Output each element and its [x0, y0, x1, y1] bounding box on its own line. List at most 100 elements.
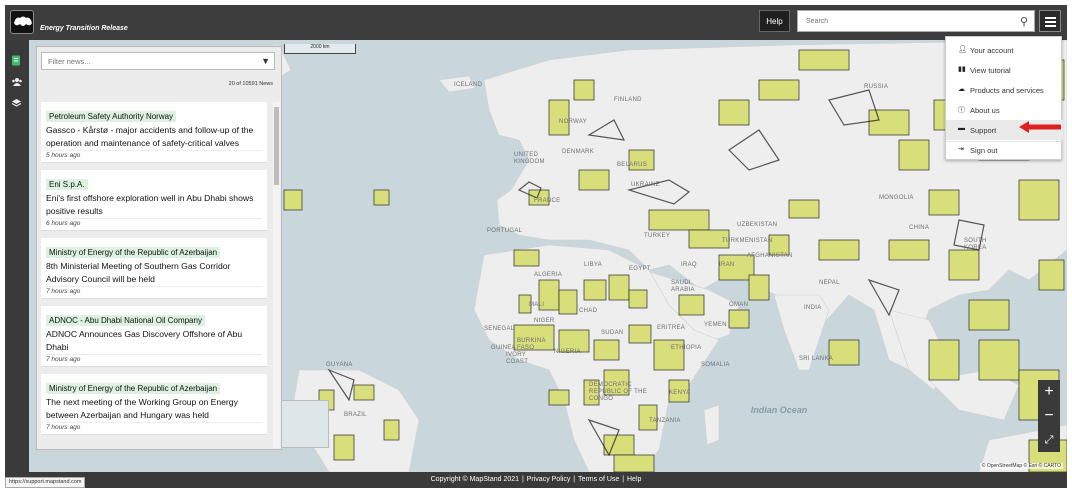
- zoom-out-button[interactable]: −: [1038, 404, 1060, 428]
- logo-icon: [14, 16, 32, 26]
- copyright-text: Copyright © MapStand 2021: [430, 476, 520, 483]
- map-label: TANZANIA: [649, 418, 681, 424]
- news-filter: ▼: [41, 52, 275, 70]
- news-source-tag[interactable]: Ministry of Energy of the Republic of Az…: [46, 247, 221, 258]
- map-label: FRANCE: [534, 198, 561, 204]
- comment-icon: ▬: [958, 125, 965, 132]
- map-label: GUINEA: [491, 345, 516, 351]
- map-label: IRAQ: [681, 262, 697, 268]
- map-label: UKRAINE: [631, 182, 660, 188]
- news-panel: ▼ 20 of 10591 News Petroleum Safety Auth…: [36, 46, 282, 450]
- news-timestamp: 6 hours ago: [46, 218, 262, 227]
- news-icon[interactable]: [11, 53, 23, 66]
- map-label: EGYPT: [629, 266, 651, 272]
- menu-item-label: About us: [970, 106, 1000, 115]
- zoom-controls: + − ⤢: [1038, 380, 1060, 452]
- map-label: PORTUGAL: [487, 228, 523, 234]
- layers-icon[interactable]: [11, 95, 23, 107]
- map-label: LIBYA: [584, 262, 603, 268]
- news-headline[interactable]: ADNOC Announces Gas Discovery Offshore o…: [46, 328, 262, 353]
- map-label: UNITED KINGDOM: [514, 152, 545, 165]
- scale-bar: 2000 km: [284, 44, 356, 54]
- news-timestamp: 5 hours ago: [46, 150, 262, 159]
- map-label: TURKMENISTAN: [722, 238, 773, 244]
- red-arrow-annotation: [1019, 121, 1061, 133]
- app-window: 2000 km ICELAND FINLAND NORWAY UNITED KI…: [5, 5, 1067, 488]
- news-item[interactable]: Petroleum Safety Authority Norway Gassco…: [41, 102, 267, 163]
- map-label: NIGER: [534, 318, 555, 324]
- map-label: SOUTH KOREA: [964, 238, 987, 251]
- ocean-label: Indian Ocean: [750, 405, 808, 415]
- news-item[interactable]: Eni S.p.A. Eni's first offshore explorat…: [41, 170, 267, 231]
- menu-item-label: Sign out: [970, 146, 998, 155]
- news-scrollbar[interactable]: [273, 102, 280, 448]
- news-item[interactable]: Ministry of Energy of the Republic of Az…: [41, 374, 267, 435]
- map-label: DENMARK: [562, 149, 595, 155]
- footer: Copyright © MapStand 2021 | Privacy Poli…: [5, 472, 1067, 488]
- filter-icon[interactable]: ▼: [261, 56, 270, 66]
- app-title: Energy Transition Release: [40, 25, 128, 32]
- map-label: INDIA: [804, 305, 822, 311]
- map-label: NORWAY: [559, 119, 588, 125]
- user-dropdown-menu: 👤︎ Your account ▮▮ View tutorial ☁ Produ…: [945, 36, 1063, 160]
- news-source-tag[interactable]: ADNOC - Abu Dhabi National Oil Company: [46, 315, 205, 326]
- news-source-tag[interactable]: Ministry of Energy of the Republic of Az…: [46, 383, 221, 394]
- map-label: BRAZIL: [344, 412, 367, 418]
- hamburger-menu-button[interactable]: [1039, 10, 1061, 32]
- fullscreen-icon[interactable]: ⤢: [1038, 428, 1060, 452]
- map-label: ETHIOPIA: [671, 345, 702, 351]
- privacy-policy-link[interactable]: Privacy Policy: [527, 476, 571, 483]
- menu-item-your-account[interactable]: 👤︎ Your account: [946, 40, 1063, 60]
- search-input[interactable]: [798, 11, 1008, 31]
- menu-item-sign-out[interactable]: ⇥ Sign out: [946, 140, 1063, 160]
- search-icon[interactable]: ⚲: [1020, 15, 1028, 28]
- news-filter-input[interactable]: [42, 53, 252, 69]
- menu-item-label: Products and services: [970, 86, 1044, 95]
- menu-item-about-us[interactable]: ⓘ About us: [946, 100, 1063, 120]
- news-source-tag[interactable]: Petroleum Safety Authority Norway: [46, 111, 177, 122]
- help-button[interactable]: Help: [759, 10, 790, 32]
- map-label: SOMALIA: [701, 362, 730, 368]
- map-attribution[interactable]: © OpenStreetMap © Esri © CARTO: [979, 463, 1063, 469]
- book-icon: ▮▮: [958, 66, 966, 73]
- map-label: FINLAND: [614, 97, 642, 103]
- news-timestamp: 7 hours ago: [46, 422, 262, 431]
- menu-item-view-tutorial[interactable]: ▮▮ View tutorial: [946, 60, 1063, 80]
- map-label: SAUDI ARABIA: [671, 280, 695, 293]
- overview-minimap[interactable]: [281, 400, 329, 448]
- map-label: BURKINA FASO: [517, 338, 546, 351]
- left-toolbar: [5, 40, 29, 472]
- menu-item-label: Support: [970, 126, 997, 135]
- news-headline[interactable]: The next meeting of the Working Group on…: [46, 396, 262, 421]
- map-label: SRI LANKA: [799, 356, 834, 362]
- news-timestamp: 7 hours ago: [46, 354, 262, 363]
- news-list[interactable]: Petroleum Safety Authority Norway Gassco…: [41, 102, 271, 448]
- top-bar: Energy Transition Release Help ⚲: [5, 5, 1067, 40]
- news-timestamp: 7 hours ago: [46, 286, 262, 295]
- news-headline[interactable]: 8th Ministerial Meeting of Southern Gas …: [46, 260, 262, 285]
- cloud-icon: ☁: [958, 86, 965, 93]
- map-label: TURKEY: [644, 233, 671, 239]
- news-headline[interactable]: Gassco - Kårstø - major accidents and fo…: [46, 124, 262, 149]
- map-label: KENYA: [669, 390, 691, 396]
- users-icon[interactable]: [11, 74, 23, 86]
- mapstand-logo[interactable]: [10, 10, 34, 34]
- map-label: IVORY COAST: [506, 352, 529, 365]
- map-label: DEMOCRATIC REPUBLIC OF THE CONGO: [589, 382, 648, 402]
- zoom-in-button[interactable]: +: [1038, 380, 1060, 404]
- map-label: ICELAND: [454, 82, 483, 88]
- map-label: OMAN: [729, 302, 749, 308]
- map-label: UZBEKISTAN: [737, 222, 778, 228]
- map-label: IRAN: [719, 262, 735, 268]
- sign-out-icon: ⇥: [958, 146, 964, 153]
- map-label: SUDAN: [601, 330, 624, 336]
- scrollbar-thumb[interactable]: [274, 107, 279, 185]
- menu-item-products-and-services[interactable]: ☁ Products and services: [946, 80, 1063, 100]
- terms-of-use-link[interactable]: Terms of Use: [578, 476, 619, 483]
- news-item[interactable]: ADNOC - Abu Dhabi National Oil Company A…: [41, 306, 267, 367]
- news-item[interactable]: Ministry of Energy of the Republic of Az…: [41, 238, 267, 299]
- user-icon: 👤︎: [958, 46, 967, 53]
- news-headline[interactable]: Eni's first offshore exploration well in…: [46, 192, 262, 217]
- news-source-tag[interactable]: Eni S.p.A.: [46, 179, 88, 190]
- footer-help-link[interactable]: Help: [627, 476, 641, 483]
